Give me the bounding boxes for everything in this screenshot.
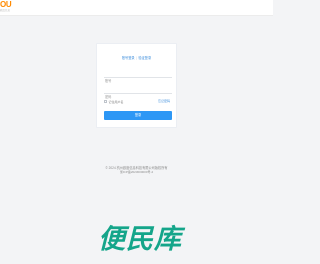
forgot-password-link[interactable]: 忘记密码 xyxy=(158,99,170,103)
account-input[interactable] xyxy=(104,77,172,85)
top-bar: OU 欧度信息 xyxy=(0,0,273,16)
login-button[interactable]: 登录 xyxy=(104,111,172,120)
remember-checkbox[interactable] xyxy=(104,100,107,103)
tab-sms-login[interactable]: 验证登录 xyxy=(138,56,151,60)
tab-separator: | xyxy=(136,56,137,60)
icp-link[interactable]: 浙ICP备2023000000号-2 xyxy=(0,170,273,174)
account-field-wrapper xyxy=(104,69,172,85)
company-logo[interactable]: OU 欧度信息 xyxy=(0,0,12,13)
watermark-logo: 便民库 xyxy=(98,224,182,255)
logo-subtext: 欧度信息 xyxy=(0,9,11,12)
tab-account-login[interactable]: 账号登录 xyxy=(122,56,135,60)
footer: © 2024 杭州欧度信息科技有限公司版权所有 浙ICP备2023000000号… xyxy=(0,166,273,174)
logo-mark: OU xyxy=(0,0,12,9)
remember-me[interactable]: 记住用户名 xyxy=(104,99,124,104)
password-field-wrapper xyxy=(104,85,172,101)
login-card: 账号登录|验证登录 记住用户名 忘记密码 登录 xyxy=(96,43,177,128)
remember-label: 记住用户名 xyxy=(108,99,124,104)
login-tabs: 账号登录 | 验证登录 xyxy=(97,56,176,60)
